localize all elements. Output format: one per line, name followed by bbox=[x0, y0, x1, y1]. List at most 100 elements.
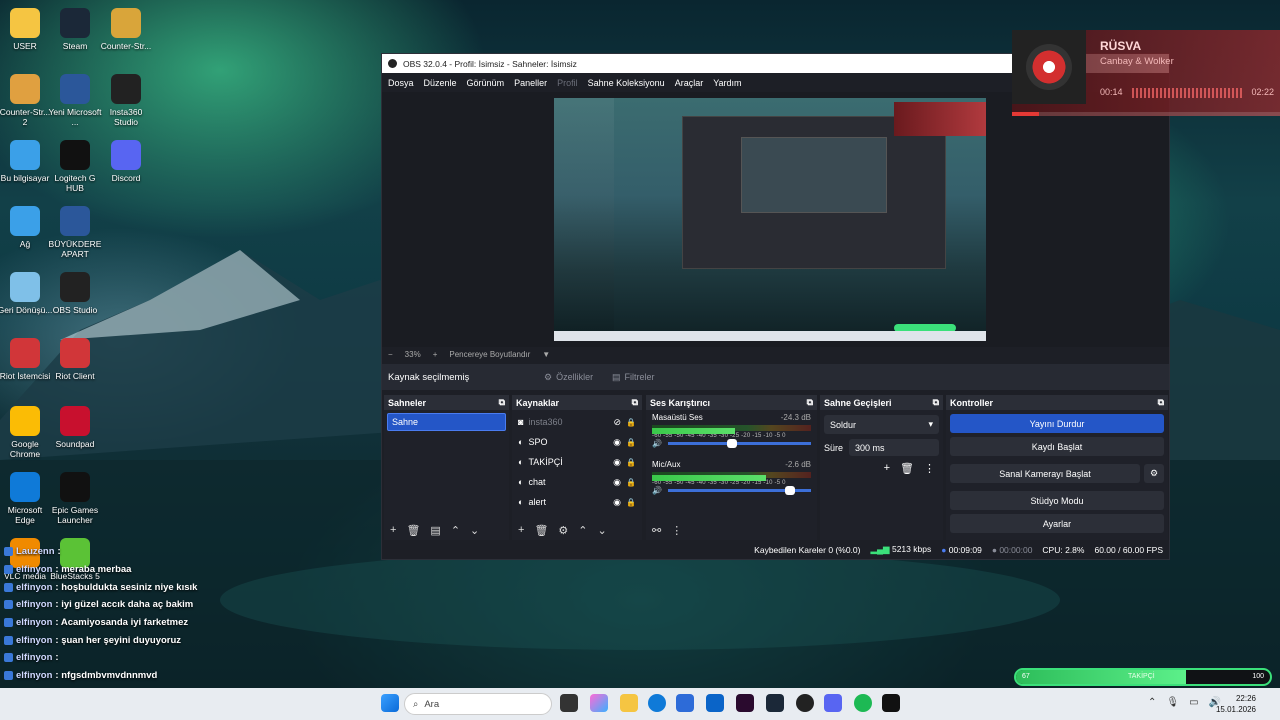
advanced-audio-icon[interactable]: ⚯ bbox=[652, 524, 661, 537]
desktop-icon[interactable]: Riot Client bbox=[47, 338, 103, 381]
epic-taskbar-icon[interactable] bbox=[882, 694, 900, 712]
stop-stream-button[interactable]: Yayını Durdur bbox=[950, 414, 1164, 433]
speaker-icon[interactable]: 🔊 bbox=[652, 439, 662, 448]
tray-chevron-icon[interactable]: ⌃ bbox=[1148, 697, 1156, 708]
edge-icon[interactable] bbox=[648, 694, 666, 712]
zoom-out-button[interactable]: − bbox=[388, 350, 393, 359]
settings-button[interactable]: Ayarlar bbox=[950, 514, 1164, 533]
move-up-button[interactable]: ⌃ bbox=[451, 524, 460, 537]
desktop-icon[interactable]: Discord bbox=[98, 140, 154, 183]
lock-icon[interactable]: 🔒 bbox=[626, 498, 636, 507]
desktop-icon[interactable]: Insta360 Studio bbox=[98, 74, 154, 127]
desktop-icon[interactable]: USER bbox=[0, 8, 53, 51]
store-icon[interactable] bbox=[676, 694, 694, 712]
virtual-camera-settings-icon[interactable]: ⚙ bbox=[1144, 464, 1164, 483]
studio-mode-button[interactable]: Stüdyo Modu bbox=[950, 491, 1164, 510]
dock-float-icon[interactable]: ⧉ bbox=[807, 397, 813, 408]
duration-input[interactable]: 300 ms bbox=[849, 439, 939, 456]
menu-item[interactable]: Profil bbox=[557, 78, 578, 88]
remove-source-button[interactable]: 🗑 bbox=[534, 524, 548, 537]
move-down-button[interactable]: ⌄ bbox=[598, 524, 607, 537]
task-view-icon[interactable] bbox=[560, 694, 578, 712]
copilot-icon[interactable] bbox=[590, 694, 608, 712]
dock-float-icon[interactable]: ⧉ bbox=[1158, 397, 1164, 408]
desktop-icon[interactable]: Yeni Microsoft ... bbox=[47, 74, 103, 127]
menu-item[interactable]: Düzenle bbox=[424, 78, 457, 88]
windows-start-icon[interactable] bbox=[381, 694, 399, 712]
desktop-icon[interactable]: Google Chrome bbox=[0, 406, 53, 459]
eye-icon[interactable]: ◉ bbox=[613, 457, 621, 468]
add-source-button[interactable]: + bbox=[518, 524, 524, 536]
remove-scene-button[interactable]: 🗑 bbox=[406, 524, 420, 537]
start-recording-button[interactable]: Kaydı Başlat bbox=[950, 437, 1164, 456]
preview-canvas[interactable] bbox=[554, 98, 986, 341]
volume-slider[interactable] bbox=[667, 439, 811, 448]
discord-taskbar-icon[interactable] bbox=[824, 694, 842, 712]
menu-item[interactable]: Sahne Koleksiyonu bbox=[588, 78, 665, 88]
scene-item[interactable]: Sahne bbox=[387, 413, 506, 431]
eye-hidden-icon[interactable]: ⊘ bbox=[613, 417, 621, 428]
eye-icon[interactable]: ◉ bbox=[613, 497, 621, 508]
desktop-icon[interactable]: Logitech G HUB bbox=[47, 140, 103, 193]
network-icon[interactable]: ▭ bbox=[1189, 697, 1198, 708]
fit-to-window-label[interactable]: Pencereye Boyutlandır bbox=[449, 350, 530, 359]
desktop-icon[interactable]: Epic Games Launcher bbox=[47, 472, 103, 525]
lock-icon[interactable]: 🔒 bbox=[626, 478, 636, 487]
speaker-icon[interactable]: 🔊 bbox=[652, 486, 662, 495]
desktop-icon[interactable]: Riot İstemcisi bbox=[0, 338, 53, 381]
source-item[interactable]: ◙ insta360 ⊘ 🔒 bbox=[512, 412, 642, 432]
desktop-icon[interactable]: Ağ bbox=[0, 206, 53, 249]
mixer-menu-icon[interactable]: ⋮ bbox=[671, 524, 682, 537]
filters-button[interactable]: ▤ Filtreler bbox=[604, 367, 663, 387]
source-item[interactable]: ◐ chat ◉ 🔒 bbox=[512, 472, 642, 492]
desktop-icon[interactable]: Soundpad bbox=[47, 406, 103, 449]
zoom-in-button[interactable]: + bbox=[433, 350, 438, 359]
add-transition-button[interactable]: + bbox=[884, 462, 890, 475]
source-settings-button[interactable]: ⚙ bbox=[558, 524, 568, 537]
dock-float-icon[interactable]: ⧉ bbox=[499, 397, 505, 408]
desktop-icon[interactable]: Bu bilgisayar bbox=[0, 140, 53, 183]
preview-area[interactable] bbox=[382, 92, 1169, 347]
eye-icon[interactable]: ◉ bbox=[613, 477, 621, 488]
desktop-icon[interactable]: Counter-Str... 2 bbox=[0, 74, 53, 127]
file-explorer-icon[interactable] bbox=[620, 694, 638, 712]
menu-item[interactable]: Dosya bbox=[388, 78, 414, 88]
lock-icon[interactable]: 🔒 bbox=[626, 458, 636, 467]
editor-icon[interactable] bbox=[736, 694, 754, 712]
mic-icon[interactable]: 🎙 bbox=[1166, 697, 1179, 708]
properties-button[interactable]: ⚙ Özellikler bbox=[536, 367, 601, 387]
obs-taskbar-icon[interactable] bbox=[796, 694, 814, 712]
outlook-icon[interactable] bbox=[706, 694, 724, 712]
desktop-icon[interactable]: Geri Dönüşü... bbox=[0, 272, 53, 315]
desktop-icon[interactable]: Steam bbox=[47, 8, 103, 51]
desktop-icon[interactable]: Counter-Str... bbox=[98, 8, 154, 51]
start-virtual-camera-button[interactable]: Sanal Kamerayı Başlat bbox=[950, 464, 1140, 483]
volume-slider[interactable] bbox=[667, 486, 811, 495]
menu-item[interactable]: Araçlar bbox=[675, 78, 704, 88]
slider-knob[interactable] bbox=[727, 439, 738, 448]
spotify-taskbar-icon[interactable] bbox=[854, 694, 872, 712]
menu-item[interactable]: Paneller bbox=[514, 78, 547, 88]
menu-item[interactable]: Yardım bbox=[713, 78, 741, 88]
taskbar-clock[interactable]: 22:26 15.01.2026 bbox=[1216, 693, 1256, 715]
transition-menu-icon[interactable]: ⋮ bbox=[924, 462, 935, 475]
eye-icon[interactable]: ◉ bbox=[613, 437, 621, 448]
slider-knob[interactable] bbox=[784, 486, 795, 495]
source-item[interactable]: ◐ alert ◉ 🔒 bbox=[512, 492, 642, 512]
desktop-icon[interactable]: BÜYÜKDERE APART bbox=[47, 206, 103, 259]
dock-float-icon[interactable]: ⧉ bbox=[933, 397, 939, 408]
steam-taskbar-icon[interactable] bbox=[766, 694, 784, 712]
transition-select[interactable]: Soldur ▾ bbox=[824, 415, 939, 434]
desktop-icon[interactable]: OBS Studio bbox=[47, 272, 103, 315]
remove-transition-button[interactable]: 🗑 bbox=[900, 462, 914, 475]
scene-filters-button[interactable]: ▤ bbox=[430, 524, 440, 537]
lock-icon[interactable]: 🔒 bbox=[626, 418, 636, 427]
dock-float-icon[interactable]: ⧉ bbox=[632, 397, 638, 408]
move-down-button[interactable]: ⌄ bbox=[470, 524, 479, 537]
desktop-icon[interactable]: Microsoft Edge bbox=[0, 472, 53, 525]
lock-icon[interactable]: 🔒 bbox=[626, 438, 636, 447]
source-item[interactable]: ◐ TAKİPÇİ ◉ 🔒 bbox=[512, 452, 642, 472]
add-scene-button[interactable]: + bbox=[390, 524, 396, 536]
taskbar-search[interactable]: ⌕ Ara bbox=[404, 693, 552, 715]
source-item[interactable]: ◐ SPO ◉ 🔒 bbox=[512, 432, 642, 452]
